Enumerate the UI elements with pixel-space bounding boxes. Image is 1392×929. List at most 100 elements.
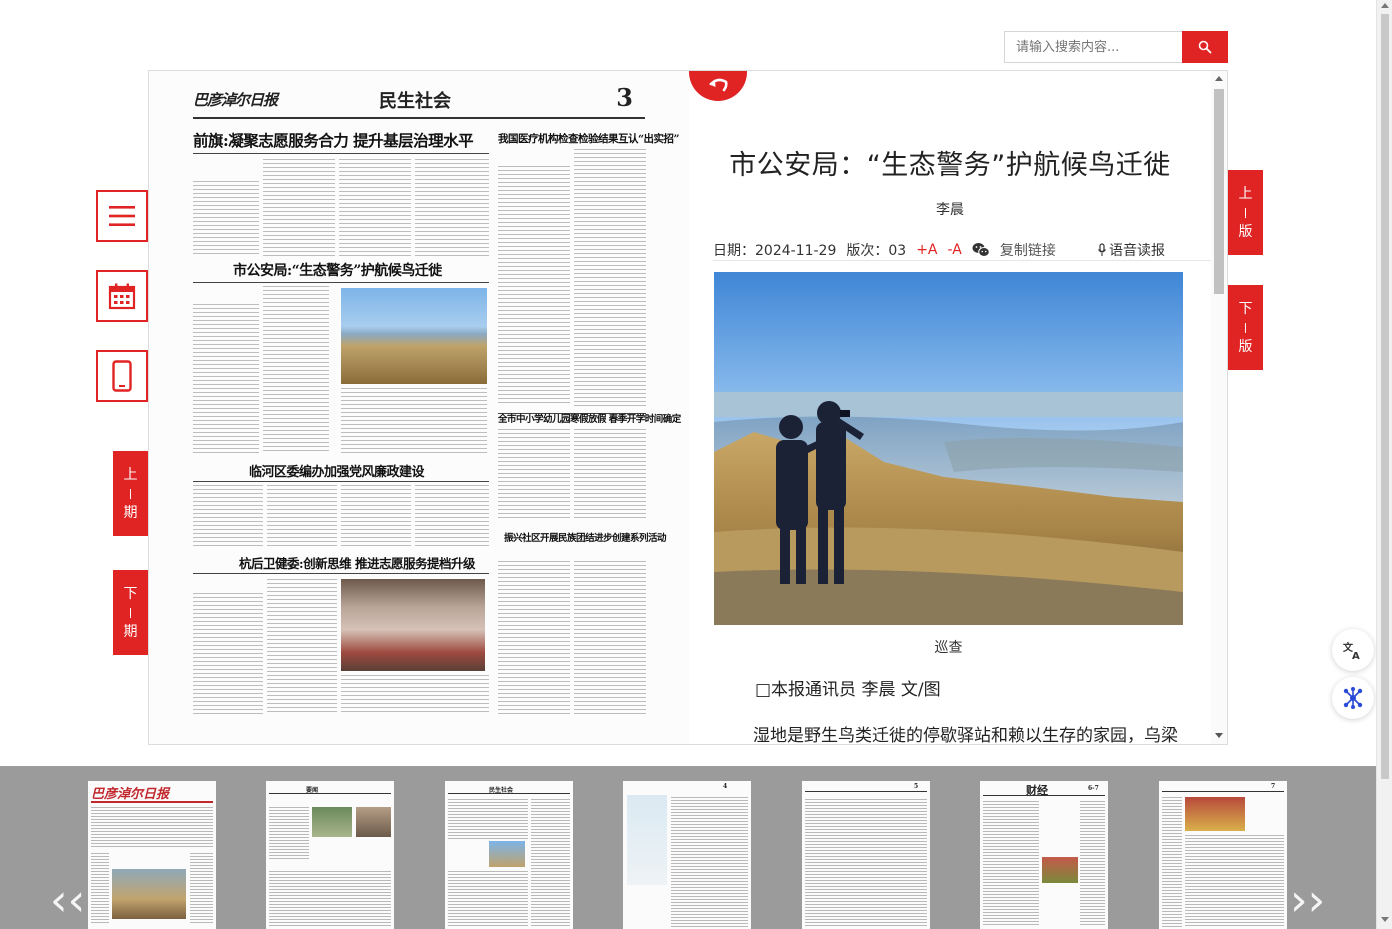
scroll-up-arrow-icon[interactable] xyxy=(1215,76,1223,81)
page-thumbnail-4[interactable]: 4 xyxy=(623,781,751,929)
dash-divider xyxy=(130,607,131,618)
prev-issue-label-2: 期 xyxy=(123,504,138,521)
rule xyxy=(448,793,570,794)
scroll-up-arrow-icon[interactable] xyxy=(1381,3,1389,8)
page-thumbnail-2[interactable]: 要闻 xyxy=(266,781,394,929)
newspaper-section-title: 民生社会 xyxy=(379,91,451,112)
next-edition-label-2: 版 xyxy=(1238,338,1253,355)
search-input[interactable] xyxy=(1005,32,1183,62)
network-tool-button[interactable] xyxy=(1332,677,1374,719)
thumbnails-next-arrow-icon[interactable]: ›› xyxy=(1290,879,1325,923)
text-column xyxy=(193,304,259,454)
publish-date: 日期：2024-11-29 xyxy=(713,243,837,259)
text-block xyxy=(269,807,309,859)
thumbnail-page-number: 4 xyxy=(723,783,728,790)
text-column xyxy=(574,429,646,519)
text-column xyxy=(498,429,570,519)
newspaper-headline: 市公安局:“生态警务”护航候鸟迁徙 xyxy=(233,263,442,279)
search-icon xyxy=(1198,40,1212,54)
text-column xyxy=(415,159,489,256)
text-column xyxy=(341,388,487,454)
newspaper-headline[interactable]: 全市中小学幼儿园寒假放假 春季开学时间确定 xyxy=(498,411,681,425)
translate-button[interactable]: 文 A xyxy=(1332,629,1374,671)
page-scrollbar-thumb[interactable] xyxy=(1381,14,1389,779)
text-block xyxy=(448,871,528,927)
text-block xyxy=(91,853,109,923)
newspaper-masthead: 巴彦淖尔日报 民生社会 3 xyxy=(193,83,645,119)
thumbnail-photo xyxy=(312,807,352,837)
prev-edition-button[interactable]: 上 版 xyxy=(1228,170,1263,255)
page-thumbnail-7[interactable]: 7 xyxy=(1159,781,1287,929)
newspaper-headline[interactable]: 临河区委编办加强党风廉政建设 xyxy=(249,461,425,480)
text-block xyxy=(983,801,1039,927)
page-thumbnail-1[interactable]: 巴彦淖尔日报 xyxy=(88,781,216,929)
catalog-button[interactable] xyxy=(96,190,148,242)
thumbnails-prev-arrow-icon[interactable]: ‹‹ xyxy=(50,879,85,923)
edition-number: 版次：03 xyxy=(846,243,907,259)
article-photo xyxy=(714,272,1183,625)
thumbnail-page-number: 6-7 xyxy=(1088,785,1099,792)
mobile-phone-icon xyxy=(112,360,132,392)
back-arrow-icon xyxy=(709,78,728,92)
scrollbar-thumb[interactable] xyxy=(1214,89,1224,294)
next-edition-button[interactable]: 下 版 xyxy=(1228,285,1263,370)
selected-article-area[interactable]: 市公安局:“生态警务”护航候鸟迁徙 xyxy=(193,258,489,456)
font-decrease-button[interactable]: -A xyxy=(948,242,962,258)
next-issue-label-2: 期 xyxy=(123,623,138,640)
article-meta-bar: 日期：2024-11-29 版次：03 +A -A 复制链接 语音读报 xyxy=(713,239,1211,261)
newspaper-photo xyxy=(341,288,487,384)
rule xyxy=(91,801,213,803)
copy-link-button[interactable]: 复制链接 xyxy=(1000,240,1056,260)
font-increase-button[interactable]: +A xyxy=(916,242,937,258)
newspaper-headline[interactable]: 我国医疗机构检查检验结果互认“出实招” xyxy=(498,131,680,146)
newspaper-headline[interactable]: 振兴社区开展民族团结进步创建系列活动 xyxy=(504,530,667,544)
rule xyxy=(193,573,489,574)
dash-divider xyxy=(1245,322,1246,333)
article-scrollbar[interactable] xyxy=(1211,71,1227,744)
page-scrollbar[interactable] xyxy=(1376,0,1392,929)
newspaper-headline[interactable]: 杭后卫健委:创新思维 推进志愿服务提档升级 xyxy=(239,553,475,572)
newspaper-headline[interactable]: 前旗:凝聚志愿服务合力 提升基层治理水平 xyxy=(193,129,474,151)
voice-read-label: 语音读报 xyxy=(1109,243,1165,259)
patrol-photo xyxy=(714,272,1183,625)
text-block xyxy=(448,799,528,839)
article-paragraph: 湿地是野生鸟类迁徙的停歇驿站和赖以生存的家园，乌梁 xyxy=(753,726,1178,744)
text-column xyxy=(498,166,570,406)
text-column xyxy=(263,286,329,454)
text-block xyxy=(1185,835,1284,927)
page-thumbnail-strip: ‹‹ 巴彦淖尔日报 要闻 民生社会 4 5 财经 6-7 7 ›› xyxy=(0,766,1376,929)
rule xyxy=(193,282,489,283)
thumbnail-label: 巴彦淖尔日报 xyxy=(91,787,170,802)
dash-divider xyxy=(1245,207,1246,218)
rule xyxy=(269,793,391,794)
menu-icon xyxy=(109,206,135,226)
mobile-button[interactable] xyxy=(96,350,148,402)
thumbnail-photo xyxy=(489,841,525,867)
thumbnail-illustration xyxy=(627,795,667,885)
text-column xyxy=(267,485,337,547)
rule xyxy=(805,791,927,792)
scroll-down-arrow-icon[interactable] xyxy=(1215,733,1223,738)
article-panel: 市公安局：“生态警务”护航候鸟迁徙 李晨 日期：2024-11-29 版次：03… xyxy=(689,71,1211,744)
newspaper-page[interactable]: 巴彦淖尔日报 民生社会 3 前旗:凝聚志愿服务合力 提升基层治理水平 我国医疗机… xyxy=(149,71,689,744)
wechat-icon[interactable] xyxy=(972,242,990,258)
next-issue-button[interactable]: 下 期 xyxy=(113,570,148,655)
page-thumbnail-6[interactable]: 财经 6-7 xyxy=(980,781,1108,929)
rule xyxy=(1162,791,1284,792)
text-block xyxy=(531,799,570,927)
search-button[interactable] xyxy=(1182,31,1228,63)
voice-read-button[interactable]: 语音读报 xyxy=(1097,240,1165,260)
thumbnail-photo xyxy=(356,807,391,837)
next-issue-label-1: 下 xyxy=(123,585,138,602)
page-thumbnail-5[interactable]: 5 xyxy=(802,781,930,929)
back-button[interactable] xyxy=(689,71,747,101)
scroll-down-arrow-icon[interactable] xyxy=(1381,917,1389,922)
page-thumbnail-3[interactable]: 民生社会 xyxy=(445,781,573,929)
text-column xyxy=(498,561,570,716)
text-column xyxy=(339,159,411,256)
calendar-button[interactable] xyxy=(96,270,148,322)
next-edition-label-1: 下 xyxy=(1238,300,1253,317)
text-column xyxy=(193,181,259,256)
prev-issue-button[interactable]: 上 期 xyxy=(113,451,148,536)
text-column xyxy=(263,159,335,256)
